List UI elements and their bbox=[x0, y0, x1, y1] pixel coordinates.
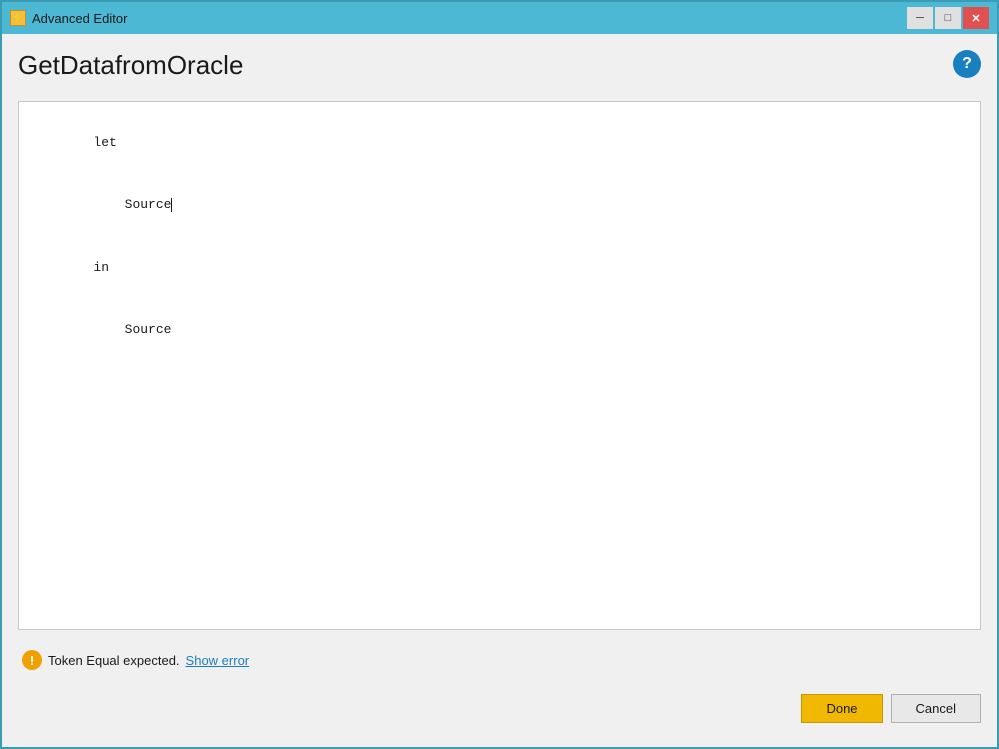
window-frame: ⚡ Advanced Editor ─ □ ✕ GetDatafromOracl… bbox=[0, 0, 999, 749]
code-let-keyword: let bbox=[93, 135, 116, 150]
error-message: Token Equal expected. bbox=[48, 653, 180, 668]
error-icon: ! bbox=[22, 650, 42, 670]
title-bar-left: ⚡ Advanced Editor bbox=[10, 10, 127, 26]
text-cursor bbox=[171, 198, 172, 212]
code-editor[interactable]: let Source in Source bbox=[18, 101, 981, 630]
status-bar: ! Token Equal expected. Show error bbox=[18, 642, 981, 678]
code-source-line4: Source bbox=[125, 322, 172, 337]
done-button[interactable]: Done bbox=[801, 694, 882, 723]
title-bar: ⚡ Advanced Editor ─ □ ✕ bbox=[2, 2, 997, 34]
button-bar: Done Cancel bbox=[18, 690, 981, 731]
window-content: GetDatafromOracle ? let Source in Source… bbox=[2, 34, 997, 747]
cancel-button[interactable]: Cancel bbox=[891, 694, 981, 723]
window-icon-symbol: ⚡ bbox=[12, 13, 24, 24]
title-bar-title: Advanced Editor bbox=[32, 11, 127, 26]
show-error-button[interactable]: Show error bbox=[186, 653, 250, 668]
window-icon: ⚡ bbox=[10, 10, 26, 26]
code-line4-indent bbox=[93, 322, 124, 337]
code-source-line2: Source bbox=[125, 197, 172, 212]
editor-content: let Source in Source bbox=[31, 112, 968, 362]
code-line2-indent bbox=[93, 197, 124, 212]
maximize-button[interactable]: □ bbox=[935, 7, 961, 29]
help-icon[interactable]: ? bbox=[953, 50, 981, 78]
title-bar-controls: ─ □ ✕ bbox=[907, 7, 989, 29]
close-button[interactable]: ✕ bbox=[963, 7, 989, 29]
dialog-title: GetDatafromOracle bbox=[18, 50, 243, 81]
dialog-header: GetDatafromOracle ? bbox=[18, 50, 981, 89]
minimize-button[interactable]: ─ bbox=[907, 7, 933, 29]
code-in-keyword: in bbox=[93, 260, 109, 275]
